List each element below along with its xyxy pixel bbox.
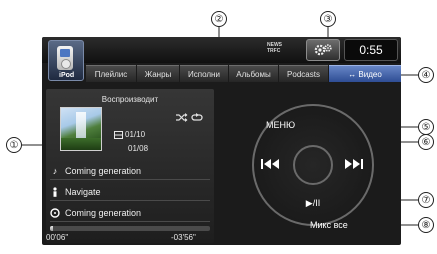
tab-artists[interactable]: Исполни [180, 65, 228, 82]
tab-genres[interactable]: Жанры [137, 65, 179, 82]
song-row: ♪ Coming generation [50, 163, 210, 180]
track-counter-value: 01/10 [125, 130, 146, 139]
callout-1: ① [6, 137, 22, 153]
album-art [60, 107, 102, 151]
source-ipod-button[interactable]: iPod [48, 40, 84, 81]
source-label: iPod [59, 72, 75, 79]
tab-video[interactable]: ↔ Видео [329, 65, 401, 82]
next-track-button[interactable] [340, 155, 366, 173]
play-pause-label: ▶/II [305, 197, 321, 208]
album-counter: 01/08 [128, 144, 149, 153]
artist-row: Navigate [50, 184, 210, 201]
callout-3: ③ [320, 11, 336, 27]
repeat-icon [191, 112, 203, 121]
album-row: Coming generation [50, 205, 210, 222]
callout-6: ⑥ [418, 134, 434, 150]
settings-button[interactable] [306, 39, 340, 61]
callout-8: ⑧ [418, 217, 434, 233]
now-playing-panel: Воспроизводит 01/10 01/08 ♪ Coming gener… [46, 89, 214, 243]
play-pause-button[interactable]: ▶/II [295, 195, 331, 211]
song-title: Coming generation [65, 166, 142, 176]
settings-gear-icon [314, 44, 332, 56]
tab-podcasts[interactable]: Podcasts [279, 65, 328, 82]
now-playing-title: Воспроизводит [101, 95, 159, 104]
progress-fill [50, 226, 54, 231]
device-screen: iPod NEWS TRFC 0:55 Плейлис Жанры Исполн… [42, 37, 401, 245]
control-ring-center[interactable] [293, 145, 333, 185]
remaining-time: -03'56" [171, 233, 196, 242]
callout-7: ⑦ [418, 192, 434, 208]
ipod-icon [57, 46, 73, 70]
artist-icon [53, 187, 57, 197]
menu-button[interactable]: МЕНЮ [266, 120, 295, 130]
track-icon [114, 130, 123, 139]
mix-all-button[interactable]: Микс все [310, 220, 348, 230]
prev-track-icon [261, 159, 279, 169]
album-icon [50, 208, 60, 218]
note-icon: ♪ [52, 166, 58, 176]
album-name: Coming generation [65, 208, 142, 218]
previous-track-button[interactable] [258, 155, 284, 173]
callout-2: ② [211, 11, 227, 27]
trfc-indicator: TRFC [267, 48, 281, 54]
tab-albums[interactable]: Альбомы [229, 65, 278, 82]
news-trfc-indicator: NEWS TRFC [267, 42, 301, 58]
next-track-icon [345, 159, 363, 169]
shuffle-icon [176, 112, 188, 122]
track-counter: 01/10 [114, 130, 145, 139]
progress-bar[interactable] [50, 226, 210, 231]
category-tabs: Плейлис Жанры Исполни Альбомы Podcasts ↔… [86, 65, 401, 82]
clock: 0:55 [344, 39, 398, 61]
elapsed-time: 00'06" [46, 233, 69, 242]
tab-playlists[interactable]: Плейлис [86, 65, 136, 82]
callout-5: ⑤ [418, 119, 434, 135]
playback-mode-icons [176, 112, 210, 122]
callout-4: ④ [418, 67, 434, 83]
artist-name: Navigate [65, 187, 101, 197]
